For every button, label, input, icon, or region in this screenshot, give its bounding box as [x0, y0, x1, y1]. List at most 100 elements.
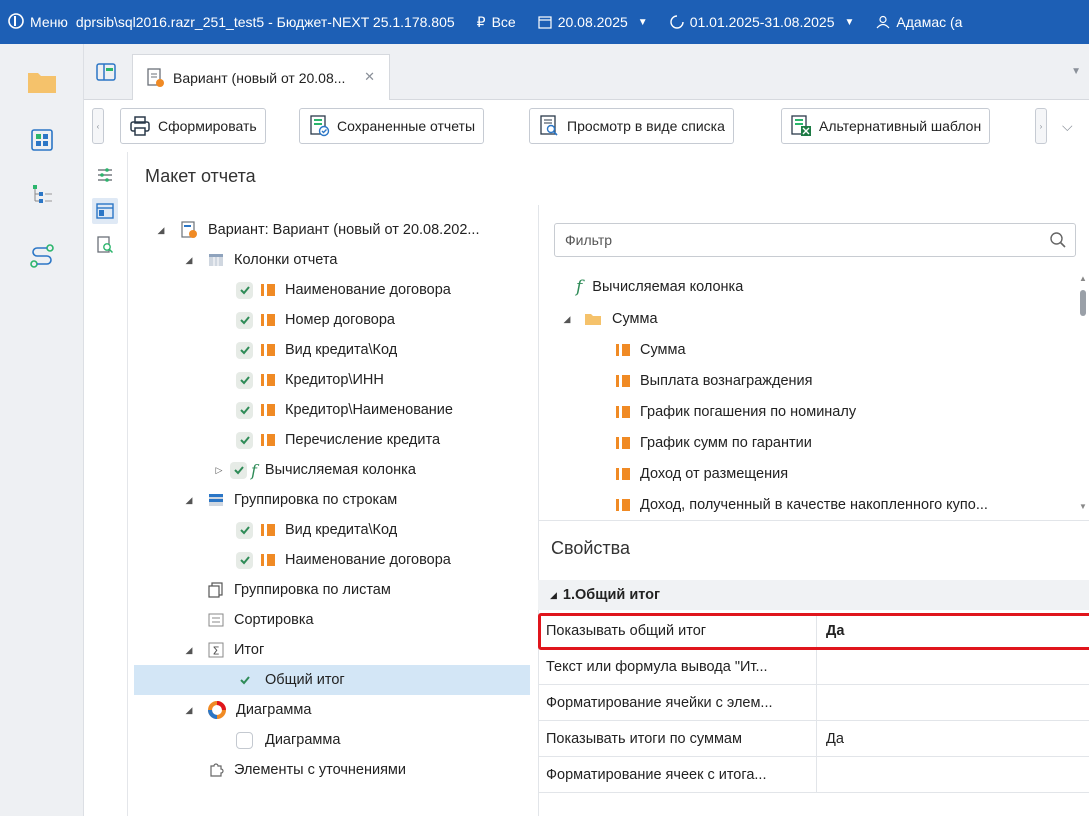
- list-view-icon: [538, 115, 560, 137]
- function-icon: f: [251, 460, 257, 480]
- collapse-arrow-icon[interactable]: ◢: [182, 255, 196, 266]
- column-field-icon: [261, 523, 275, 537]
- route-icon[interactable]: [26, 240, 58, 272]
- tree-node-column-item[interactable]: Кредитор\Наименование: [134, 395, 530, 425]
- tree-node-column-item[interactable]: Вид кредита\Код: [134, 335, 530, 365]
- tree-node-refinements[interactable]: Элементы с уточнениями: [134, 755, 530, 785]
- scroll-down-icon[interactable]: ▼: [1079, 502, 1087, 511]
- app-logo-icon[interactable]: [8, 12, 24, 32]
- collapse-arrow-icon[interactable]: ◢: [560, 314, 574, 325]
- scope-selector[interactable]: ₽ Все: [477, 14, 516, 31]
- toolbar-scroll-left[interactable]: ‹: [92, 108, 104, 144]
- tree-node-chart[interactable]: ◢ Диаграмма: [134, 695, 530, 725]
- property-row[interactable]: Текст или формула вывода "Ит...: [538, 649, 1089, 685]
- checkbox-checked[interactable]: [236, 672, 253, 689]
- scroll-up-icon[interactable]: ▲: [1079, 274, 1087, 283]
- tree-node-sorting[interactable]: Сортировка: [134, 605, 530, 635]
- toolbar-scroll-right[interactable]: ›: [1035, 108, 1047, 144]
- checkbox-checked[interactable]: [236, 371, 253, 389]
- column-field-icon: [261, 343, 275, 357]
- field-label: Вычисляемая колонка: [592, 279, 744, 295]
- tree-node-label: Элементы с уточнениями: [234, 762, 407, 778]
- column-field-icon: [261, 283, 275, 297]
- tree-node-column-item[interactable]: Кредитор\ИНН: [134, 365, 530, 395]
- tree-node-column-item[interactable]: Перечисление кредита: [134, 425, 530, 455]
- tree-node-calc-column[interactable]: ▷ f Вычисляемая колонка: [134, 455, 530, 485]
- property-name: Показывать итоги по суммам: [538, 721, 817, 756]
- layout-panel-icon[interactable]: [92, 198, 118, 224]
- close-icon[interactable]: ✕: [364, 69, 375, 85]
- column-field-icon: [616, 374, 630, 388]
- report-variant-icon: [180, 221, 198, 239]
- generate-button[interactable]: Сформировать: [120, 108, 266, 144]
- menu-button[interactable]: Меню: [30, 14, 68, 30]
- fields-scrollbar[interactable]: ▲ ▼: [1078, 270, 1088, 520]
- chevron-down-icon[interactable]: ▼: [1071, 66, 1081, 77]
- tree-node-column-item[interactable]: Номер договора: [134, 305, 530, 335]
- tree-node-column-item[interactable]: Наименование договора: [134, 275, 530, 305]
- collapse-arrow-icon[interactable]: ◢: [182, 495, 196, 506]
- tree-node-chart-item[interactable]: Диаграмма: [134, 725, 530, 755]
- property-value[interactable]: Да: [817, 731, 844, 747]
- saved-reports-button[interactable]: Сохраненные отчеты: [299, 108, 485, 144]
- tree-node-sheet-grouping[interactable]: Группировка по листам: [134, 575, 530, 605]
- user-menu[interactable]: Адамас (а: [876, 14, 962, 30]
- checkbox-checked[interactable]: [236, 521, 253, 539]
- tree-node-row-item[interactable]: Наименование договора: [134, 545, 530, 575]
- collapse-arrow-icon[interactable]: ◢: [182, 705, 196, 716]
- field-item[interactable]: Выплата вознаграждения: [616, 366, 813, 396]
- checkbox-checked[interactable]: [236, 341, 253, 359]
- tab-report-variant[interactable]: Вариант (новый от 20.08... ✕: [132, 54, 390, 100]
- property-group-label: 1.Общий итог: [562, 587, 661, 603]
- checkbox-checked[interactable]: [236, 281, 253, 299]
- collapse-arrow-icon[interactable]: ◢: [182, 645, 196, 656]
- checkbox-checked[interactable]: [236, 311, 253, 329]
- dashboard-icon[interactable]: [26, 124, 58, 156]
- panel-toggle-icon[interactable]: [96, 62, 116, 82]
- period-selector[interactable]: 01.01.2025-31.08.2025 ▼: [670, 14, 854, 30]
- field-calc-column[interactable]: f Вычисляемая колонка: [576, 272, 743, 302]
- folder-icon[interactable]: [26, 66, 58, 98]
- list-view-button[interactable]: Просмотр в виде списка: [529, 108, 734, 144]
- checkbox-checked[interactable]: [236, 551, 253, 569]
- search-icon[interactable]: [1049, 231, 1067, 252]
- tree-node-grand-total[interactable]: Общий итог: [134, 665, 530, 695]
- chevron-down-icon[interactable]: ⌵: [1062, 118, 1073, 135]
- property-row[interactable]: Показывать общий итог Да: [538, 613, 1089, 649]
- expand-arrow-icon[interactable]: ▷: [212, 465, 226, 476]
- property-group-header[interactable]: ◢ 1.Общий итог: [538, 580, 1089, 610]
- checkbox-checked[interactable]: [236, 401, 253, 419]
- tree-node-root[interactable]: ◢ Вариант: Вариант (новый от 20.08.202..…: [134, 215, 530, 245]
- preview-icon[interactable]: [92, 232, 118, 258]
- collapse-arrow-icon[interactable]: ◢: [550, 590, 557, 601]
- alt-template-button[interactable]: Альтернативный шаблон: [781, 108, 991, 144]
- field-item[interactable]: График сумм по гарантии: [616, 428, 812, 458]
- property-row[interactable]: Показывать итоги по суммам Да: [538, 721, 1089, 757]
- field-item[interactable]: График погашения по номиналу: [616, 397, 856, 427]
- collapse-arrow-icon[interactable]: ◢: [154, 225, 168, 236]
- property-row[interactable]: Форматирование ячеек с итога...: [538, 757, 1089, 793]
- user-label: Адамас (а: [896, 14, 963, 30]
- checkbox-unchecked[interactable]: [236, 731, 253, 749]
- settings-list-icon[interactable]: [92, 162, 118, 188]
- tree-node-total[interactable]: ◢ Σ Итог: [134, 635, 530, 665]
- field-item[interactable]: Доход, полученный в качестве накопленног…: [616, 490, 988, 520]
- property-row[interactable]: Форматирование ячейки с элем...: [538, 685, 1089, 721]
- tree-node-row-item[interactable]: Вид кредита\Код: [134, 515, 530, 545]
- field-folder-sum[interactable]: ◢ Сумма: [560, 304, 658, 334]
- checkbox-checked[interactable]: [230, 461, 247, 479]
- date-selector[interactable]: 20.08.2025 ▼: [538, 14, 648, 30]
- horizontal-splitter[interactable]: [538, 520, 1089, 521]
- tab-strip: Вариант (новый от 20.08... ✕ ▼: [84, 44, 1089, 100]
- hierarchy-icon[interactable]: [26, 178, 58, 210]
- sort-icon: [208, 612, 224, 628]
- tab-label: Вариант (новый от 20.08...: [173, 69, 346, 86]
- tree-node-row-grouping[interactable]: ◢ Группировка по строкам: [134, 485, 530, 515]
- filter-input[interactable]: Фильтр: [554, 223, 1076, 257]
- field-item[interactable]: Доход от размещения: [616, 459, 788, 489]
- field-item[interactable]: Сумма: [616, 335, 686, 365]
- tree-node-columns[interactable]: ◢ Колонки отчета: [134, 245, 530, 275]
- checkbox-checked[interactable]: [236, 431, 253, 449]
- scroll-thumb[interactable]: [1080, 290, 1086, 316]
- property-value[interactable]: Да: [817, 623, 844, 639]
